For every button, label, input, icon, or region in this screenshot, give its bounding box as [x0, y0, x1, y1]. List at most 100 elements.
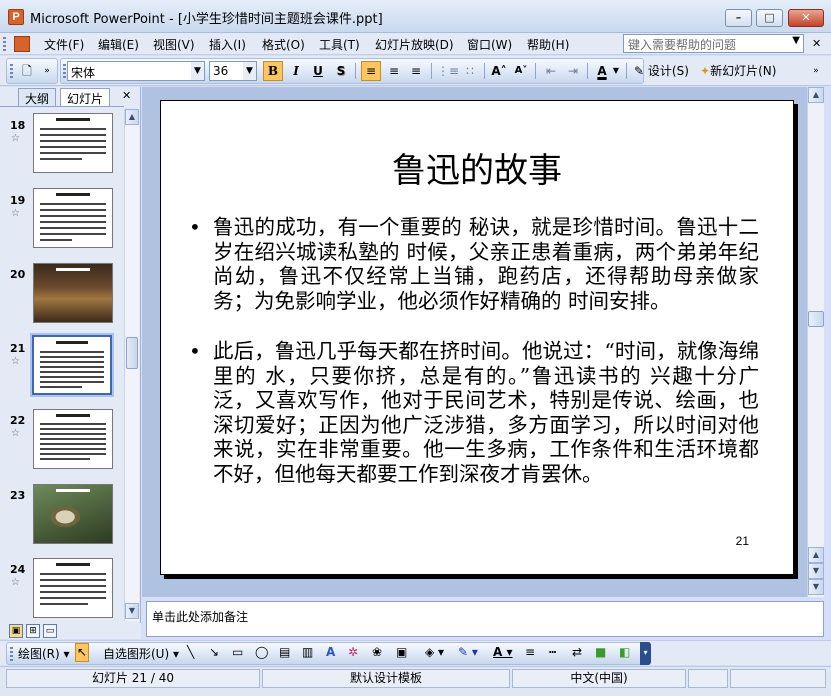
toolbar-options-icon[interactable]: » [37, 61, 57, 81]
autoshapes-button[interactable]: 自选图形(U) ▾ [103, 645, 179, 662]
notes-pane[interactable]: 单击此处添加备注 [146, 601, 824, 637]
slide-thumbnail-21[interactable] [30, 333, 114, 397]
menu-file[interactable]: 文件(F) [44, 36, 84, 53]
clipart-icon[interactable]: ❀ [372, 645, 382, 659]
toolbar-grip[interactable] [10, 64, 13, 78]
close-button[interactable]: ✕ [788, 9, 824, 27]
slide-bullet-2[interactable]: 此后，鲁迅几乎每天都在挤时间。他说过：“时间，就像海绵里的 水，只要你挤，总是有… [213, 339, 759, 486]
toolbar-options-icon[interactable]: ▾ [640, 642, 651, 665]
diagram-icon[interactable]: ✲ [348, 645, 358, 659]
bold-button[interactable]: B [263, 61, 283, 81]
dash-style-icon[interactable]: ┅ [549, 645, 556, 659]
minimize-button[interactable]: – [725, 9, 752, 27]
scroll-up-icon[interactable]: ▲ [125, 109, 139, 125]
slide-scrollbar[interactable]: ▲ ▲ ▼ ▼ [807, 87, 824, 597]
slide-sorter-view-icon[interactable]: ⊞ [26, 624, 40, 638]
slide-thumbnail-24[interactable] [33, 558, 113, 618]
italic-button[interactable]: I [286, 61, 306, 81]
help-question-box[interactable]: 键入需要帮助的问题 ▼ [623, 34, 804, 53]
numbering-icon[interactable]: ⋮≡ [437, 61, 459, 81]
font-color-icon[interactable]: A [592, 61, 612, 81]
chevron-down-icon[interactable]: ▼ [243, 62, 256, 80]
slide-bullet-1[interactable]: 鲁迅的成功，有一个重要的 秘诀，就是珍惜时间。鲁迅十二岁在绍兴城读私塾的 时候，… [213, 215, 759, 313]
slide-thumbnail-19[interactable] [33, 188, 113, 248]
wordart-icon[interactable]: A [326, 645, 335, 659]
align-right-icon[interactable]: ≡ [406, 61, 426, 81]
scroll-down-icon[interactable]: ▼ [125, 603, 139, 619]
powerpoint-app-icon[interactable]: P [8, 9, 24, 25]
new-document-icon[interactable]: 🗋 [17, 61, 37, 81]
3d-style-icon[interactable]: ◧ [619, 645, 630, 659]
scrollbar-thumb[interactable] [808, 311, 824, 327]
slide-canvas[interactable]: 鲁迅的故事 • 鲁迅的成功，有一个重要的 秘诀，就是珍惜时间。鲁迅十二岁在绍兴城… [160, 100, 794, 575]
draw-menu-button[interactable]: 绘图(R) ▾ [18, 645, 70, 662]
chevron-down-icon[interactable]: ▼ [792, 35, 800, 46]
increase-font-size-icon[interactable]: A˄ [489, 61, 509, 81]
line-style-icon[interactable]: ≡ [525, 645, 535, 659]
scroll-down-icon[interactable]: ▼ [808, 563, 824, 579]
tab-outline[interactable]: 大纲 [18, 88, 57, 106]
thumbnail-scrollbar[interactable]: ▲ ▼ [124, 109, 139, 621]
align-left-icon[interactable]: ≡ [361, 61, 381, 81]
menu-format[interactable]: 格式(O) [262, 36, 305, 53]
toolbar-grip[interactable] [63, 64, 66, 78]
fill-color-icon[interactable]: ◈ ▾ [425, 645, 444, 659]
select-objects-icon[interactable]: ↖ [75, 643, 90, 662]
slide-title[interactable]: 鲁迅的故事 [161, 143, 793, 192]
shadow-style-icon[interactable]: ■ [595, 645, 606, 659]
menu-window[interactable]: 窗口(W) [467, 36, 512, 53]
bullets-icon[interactable]: ∷ [460, 61, 480, 81]
chevron-down-icon[interactable]: ▼ [191, 62, 204, 80]
slideshow-view-icon[interactable]: ▭ [43, 624, 57, 638]
normal-view-icon[interactable]: ▣ [9, 624, 23, 638]
toolbar-grip[interactable] [10, 647, 13, 661]
close-document-icon[interactable]: ✕ [812, 37, 821, 50]
close-panel-icon[interactable]: ✕ [122, 89, 131, 102]
line-color-icon[interactable]: ✎ ▾ [458, 645, 478, 659]
design-button[interactable]: ✎ 设计(S) [631, 61, 692, 81]
font-color-icon[interactable]: A ▾ [493, 645, 513, 659]
decrease-font-size-icon[interactable]: A˅ [511, 61, 531, 81]
new-slide-button[interactable]: ✦新幻灯片(N) [697, 61, 779, 81]
increase-indent-icon[interactable]: ⇥ [563, 61, 583, 81]
textbox-tool-icon[interactable]: ▤ [279, 645, 290, 659]
picture-icon[interactable]: ▣ [396, 645, 407, 659]
vertical-textbox-icon[interactable]: ▥ [302, 645, 313, 659]
status-template[interactable]: 默认设计模板 [262, 669, 510, 688]
line-tool-icon[interactable]: ╲ [187, 645, 194, 659]
document-icon[interactable] [14, 36, 30, 52]
rectangle-tool-icon[interactable]: ▭ [232, 645, 243, 659]
maximize-button[interactable]: □ [756, 9, 783, 27]
slide-thumbnail-22[interactable] [33, 409, 113, 469]
menu-tools[interactable]: 工具(T) [319, 36, 360, 53]
slide-thumbnail-20[interactable] [33, 263, 113, 323]
font-name-combo[interactable]: 宋体 ▼ [67, 61, 205, 81]
arrow-style-icon[interactable]: ⇄ [572, 645, 582, 659]
toolbar-options-icon[interactable]: » [806, 61, 826, 81]
separator [535, 63, 536, 79]
menu-edit[interactable]: 编辑(E) [98, 36, 139, 53]
tab-slides[interactable]: 幻灯片 [60, 88, 111, 106]
paintbrush-icon: ✎ [634, 64, 645, 78]
menu-slideshow[interactable]: 幻灯片放映(D) [375, 36, 454, 53]
status-empty-panel [688, 669, 728, 688]
menu-insert[interactable]: 插入(I) [209, 36, 246, 53]
scrollbar-thumb[interactable] [126, 337, 138, 369]
align-center-icon[interactable]: ≡ [384, 61, 404, 81]
slide-thumbnail-18[interactable] [33, 113, 113, 173]
slide-thumbnail-23[interactable] [33, 484, 113, 544]
menu-view[interactable]: 视图(V) [153, 36, 195, 53]
toolbar-grip[interactable] [3, 37, 6, 51]
scroll-up-icon[interactable]: ▲ [808, 87, 824, 103]
design-label: 设计(S) [647, 64, 689, 78]
chevron-down-icon[interactable]: ▼ [611, 61, 621, 81]
underline-button[interactable]: U [308, 61, 328, 81]
oval-tool-icon[interactable]: ◯ [255, 645, 268, 659]
next-slide-icon[interactable]: ▼ [808, 579, 824, 595]
shadow-button[interactable]: S [331, 61, 351, 81]
decrease-indent-icon[interactable]: ⇤ [541, 61, 561, 81]
arrow-tool-icon[interactable]: ↘ [209, 645, 219, 659]
scroll-down-icon[interactable]: ▲ [808, 547, 824, 563]
menu-help[interactable]: 帮助(H) [527, 36, 569, 53]
font-size-combo[interactable]: 36 ▼ [209, 61, 257, 81]
